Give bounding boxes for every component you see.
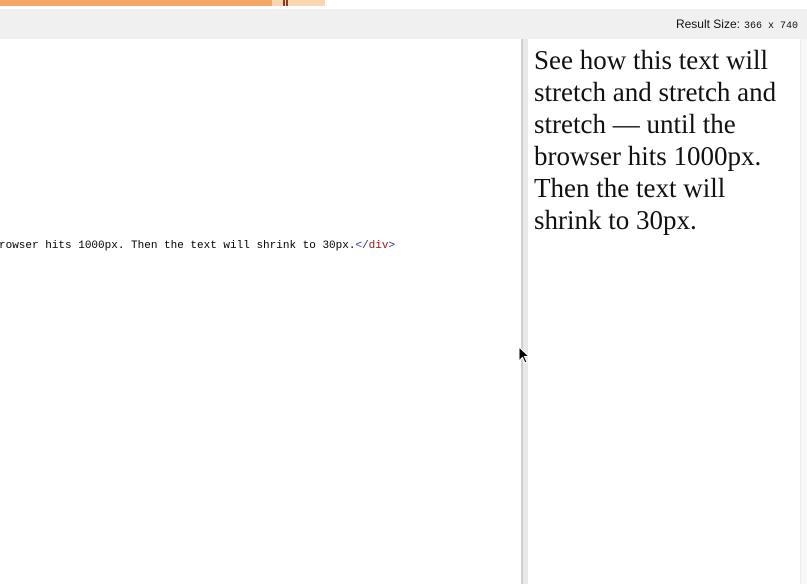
mouse-pointer-icon	[518, 346, 531, 364]
code-editor-pane[interactable]: rowser hits 1000px. Then the text will s…	[0, 39, 521, 584]
result-size-label: Result Size:	[675, 17, 740, 31]
code-line[interactable]: rowser hits 1000px. Then the text will s…	[0, 240, 395, 252]
codepen-editor: Result Size: 366 x 740 rowser hits 1000px…	[0, 0, 807, 584]
result-scrollbar[interactable]	[800, 39, 807, 584]
result-size-indicator: Result Size: 366 x 740	[676, 17, 798, 32]
code-tag-close-bracket: >	[388, 240, 396, 252]
top-toolbar-strip	[0, 0, 807, 9]
splitter-edge	[521, 39, 523, 584]
code-text: rowser hits 1000px. Then the text will s…	[0, 240, 356, 252]
drag-handle-icon[interactable]	[283, 0, 288, 6]
code-tag-open-bracket: </	[355, 240, 369, 252]
top-accent-bar	[0, 0, 272, 6]
result-size-bar: Result Size: 366 x 740	[0, 9, 807, 39]
top-accent-thumb[interactable]	[272, 0, 325, 6]
result-size-dims: 366 x 740	[743, 21, 798, 32]
result-preview-pane: See how this text will stretch and stret…	[528, 39, 800, 584]
code-tag-name: div	[368, 240, 389, 252]
result-preview-text: See how this text will stretch and stret…	[534, 45, 777, 235]
